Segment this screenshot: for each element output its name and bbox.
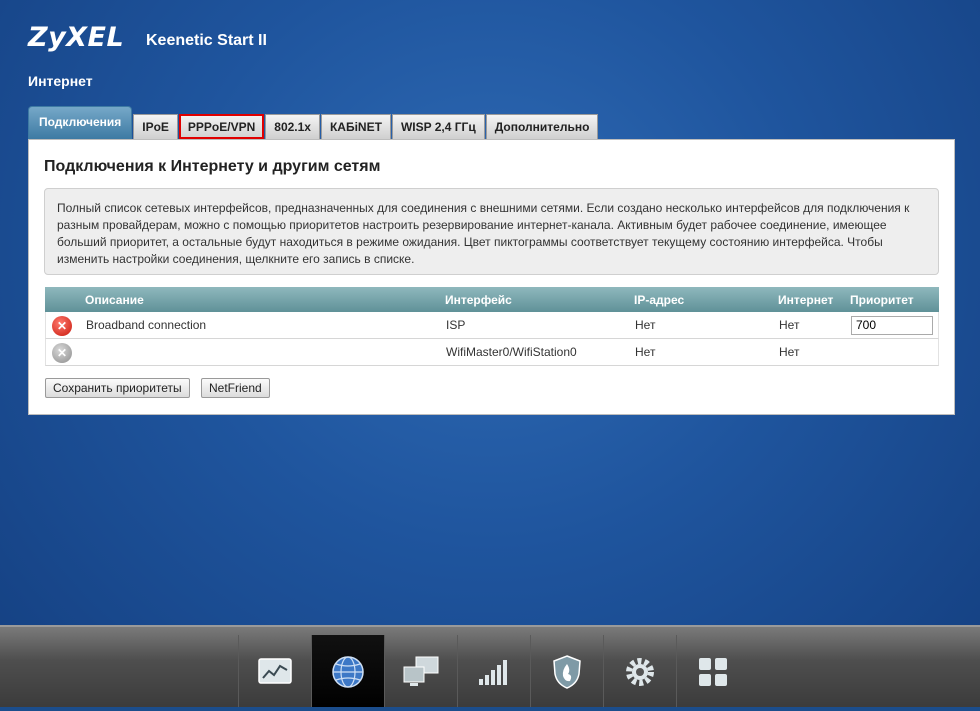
dock-bar [0,625,980,711]
header-internet: Интернет [778,292,834,307]
dock-item-internet[interactable] [311,635,384,709]
apps-icon [699,658,727,686]
globe-icon [332,656,364,688]
table-row[interactable]: ✕ Broadband connection ISP Нет Нет [45,312,939,339]
error-status-icon: ✕ [52,316,72,336]
bottom-strip [0,707,980,711]
row-internet: Нет [779,345,800,359]
content-panel: Подключения к Интернету и другим сетям П… [28,139,955,415]
info-box: Полный список сетевых интерфейсов, предн… [44,188,939,275]
dock-item-security[interactable] [530,635,603,709]
dock-item-home-network[interactable] [384,635,457,709]
monitor-icon [258,658,292,684]
shield-icon [553,655,581,689]
row-interface: WifiMaster0/WifiStation0 [446,345,577,359]
dock-item-apps[interactable] [676,635,749,709]
tab-kabinet[interactable]: КАБiNET [320,114,391,139]
header-ip: IP-адрес [634,292,685,307]
row-description: Broadband connection [86,318,207,332]
gear-icon [626,658,654,686]
row-ip: Нет [635,345,656,359]
tab-8021x[interactable]: 802.1x [265,114,320,139]
inactive-status-icon: ✕ [52,343,72,363]
header-interface: Интерфейс [445,292,512,307]
dock-item-system[interactable] [603,635,676,709]
table-row[interactable]: ✕ WifiMaster0/WifiStation0 Нет Нет [45,339,939,366]
row-interface: ISP [446,318,466,332]
section-title: Интернет [28,73,93,89]
row-ip: Нет [635,318,656,332]
dock-item-monitor[interactable] [238,635,311,709]
header-description: Описание [85,292,144,307]
device-model: Keenetic Start II [146,32,267,49]
tab-advanced[interactable]: Дополнительно [485,114,599,139]
dock-item-wifi[interactable] [457,635,530,709]
row-internet: Нет [779,318,800,332]
tab-bar: Подключения IPoE PPPoE/VPN 802.1x КАБiNE… [28,106,599,139]
tab-ipoe[interactable]: IPoE [133,114,178,139]
priority-cell [851,312,933,338]
tab-pppoe-vpn[interactable]: PPPoE/VPN [178,114,265,139]
network-icon [403,656,439,686]
header-priority: Приоритет [850,292,914,307]
priority-input[interactable] [851,315,933,335]
connections-table: Описание Интерфейс IP-адрес Интернет При… [45,287,939,366]
tab-wisp[interactable]: WISP 2,4 ГГц [391,114,485,139]
panel-title: Подключения к Интернету и другим сетям [44,158,381,175]
tab-connections[interactable]: Подключения [28,106,133,139]
save-priorities-button[interactable]: Сохранить приоритеты [45,378,190,398]
netfriend-button[interactable]: NetFriend [201,378,270,398]
logo: ZyXEL [28,22,125,53]
signal-icon [479,660,507,685]
table-header: Описание Интерфейс IP-адрес Интернет При… [45,287,939,312]
